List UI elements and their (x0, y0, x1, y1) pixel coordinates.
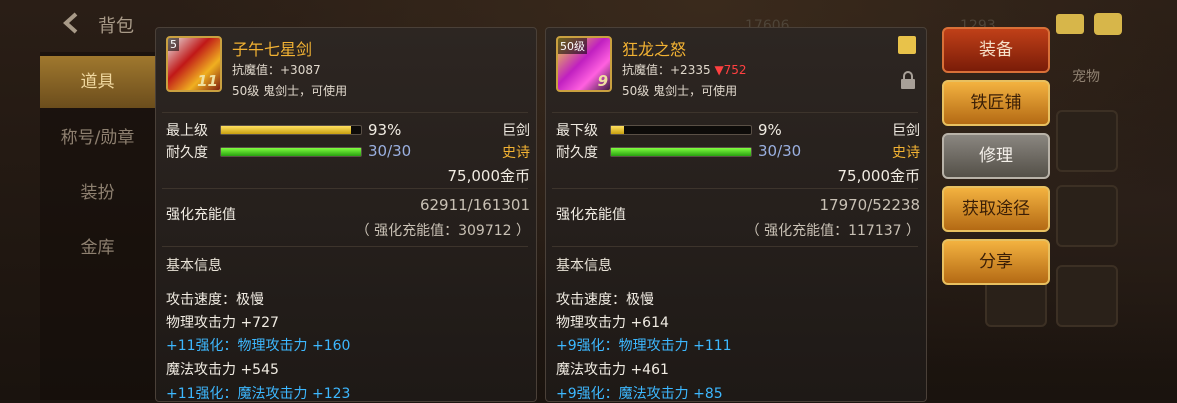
inventory-slot[interactable] (1056, 185, 1118, 247)
page-title: 背包 (98, 16, 134, 37)
stat-magic-attack: 魔法攻击力 +545 (166, 362, 279, 378)
stat-physical-enhance: +11强化：物理攻击力 +160 (166, 338, 351, 354)
divider (162, 112, 528, 113)
item-name: 狂龙之怒 (622, 40, 687, 59)
enhance-label: 强化充能值 (166, 207, 236, 223)
anti-magic: 抗魔值：+2335 ▼752 (622, 61, 747, 78)
repair-button[interactable]: 修理 (942, 133, 1050, 179)
enhance-total: （ 强化充能值：309712 ） (355, 223, 530, 239)
equip-button[interactable]: 装备 (942, 27, 1050, 73)
divider (552, 246, 918, 247)
sword-icon: 5 11 (166, 36, 222, 92)
grade-bar-fill (611, 126, 624, 134)
divider (552, 188, 918, 189)
divider (162, 188, 528, 189)
sidebar-item-avatar[interactable]: 装扮 (40, 167, 155, 219)
section-basic-info: 基本信息 (166, 258, 222, 274)
sidebar-item-titles[interactable]: 称号/勋章 (40, 112, 155, 164)
stat-magic-enhance: +11强化：魔法攻击力 +123 (166, 386, 351, 402)
rarity: 史诗 (892, 145, 920, 161)
inventory-slot[interactable] (1056, 265, 1118, 327)
divider (552, 112, 918, 113)
grade-bar (220, 125, 362, 135)
stat-physical-attack: 物理攻击力 +614 (556, 315, 669, 331)
enhance-badge: 9 (597, 72, 608, 90)
share-icon[interactable] (898, 36, 916, 54)
divider (162, 246, 528, 247)
inventory-slot[interactable] (1056, 110, 1118, 172)
stat-magic-attack: 魔法攻击力 +461 (556, 362, 669, 378)
stat-attack-speed: 攻击速度：极慢 (556, 292, 654, 308)
durability-value: 30/30 (368, 142, 412, 160)
stat-physical-enhance: +9强化：物理攻击力 +111 (556, 338, 732, 354)
level-badge: 50级 (558, 38, 587, 54)
usable-info: 50级 鬼剑士，可使用 (622, 84, 738, 98)
durability-value: 30/30 (758, 142, 802, 160)
anti-magic-diff: ▼752 (714, 63, 747, 77)
grade-bar (610, 125, 752, 135)
share-button[interactable]: 分享 (942, 239, 1050, 285)
stat-attack-speed: 攻击速度：极慢 (166, 292, 264, 308)
durability-label: 耐久度 (556, 145, 598, 161)
grade-percent: 9% (758, 121, 782, 139)
stat-magic-enhance: +9强化：魔法攻击力 +85 (556, 386, 723, 402)
sidebar-item-vault[interactable]: 金库 (40, 222, 155, 274)
equipped-item-panel: 5 11 子午七星剑 抗魔值：+3087 50级 鬼剑士，可使用 最上级 93%… (155, 27, 537, 402)
usable-info: 50级 鬼剑士，可使用 (232, 84, 348, 98)
compare-item-panel: 50级 9 狂龙之怒 抗魔值：+2335 ▼752 50级 鬼剑士，可使用 最下… (545, 27, 927, 402)
durability-bar (610, 147, 752, 157)
grade-bar-fill (221, 126, 352, 134)
grade-percent: 93% (368, 121, 402, 139)
rarity: 史诗 (502, 145, 530, 161)
durability-bar (220, 147, 362, 157)
stat-physical-attack: 物理攻击力 +727 (166, 315, 279, 331)
back-arrow-icon[interactable] (60, 10, 86, 36)
acquire-route-button[interactable]: 获取途径 (942, 186, 1050, 232)
anti-magic: 抗魔值：+3087 (232, 63, 321, 77)
enhance-value: 17970/52238 (819, 196, 921, 214)
chat-icon[interactable] (1094, 13, 1122, 35)
mail-icon[interactable] (1056, 14, 1084, 34)
durability-bar-fill (611, 148, 751, 156)
enhance-total: （ 强化充能值：117137 ） (745, 223, 920, 239)
price: 75,000金币 (447, 167, 531, 185)
grade-label: 最上级 (166, 123, 208, 139)
level-badge: 5 (168, 38, 179, 51)
lock-icon[interactable] (900, 70, 916, 90)
sword-icon: 50级 9 (556, 36, 612, 92)
enhance-badge: 11 (197, 72, 218, 90)
anti-magic-value: 抗魔值：+2335 (622, 63, 711, 77)
sidebar: 道具 称号/勋章 装扮 金库 (40, 52, 155, 400)
durability-label: 耐久度 (166, 145, 208, 161)
item-name: 子午七星剑 (232, 40, 313, 59)
enhance-value: 62911/161301 (419, 196, 530, 214)
price: 75,000金币 (837, 167, 921, 185)
inventory-tab-pets[interactable]: 宠物 (1072, 66, 1100, 86)
blacksmith-button[interactable]: 铁匠铺 (942, 80, 1050, 126)
enhance-label: 强化充能值 (556, 207, 626, 223)
weapon-type: 巨剑 (502, 123, 530, 139)
section-basic-info: 基本信息 (556, 258, 612, 274)
weapon-type: 巨剑 (892, 123, 920, 139)
grade-label: 最下级 (556, 123, 598, 139)
sidebar-item-items[interactable]: 道具 (40, 56, 155, 108)
durability-bar-fill (221, 148, 361, 156)
